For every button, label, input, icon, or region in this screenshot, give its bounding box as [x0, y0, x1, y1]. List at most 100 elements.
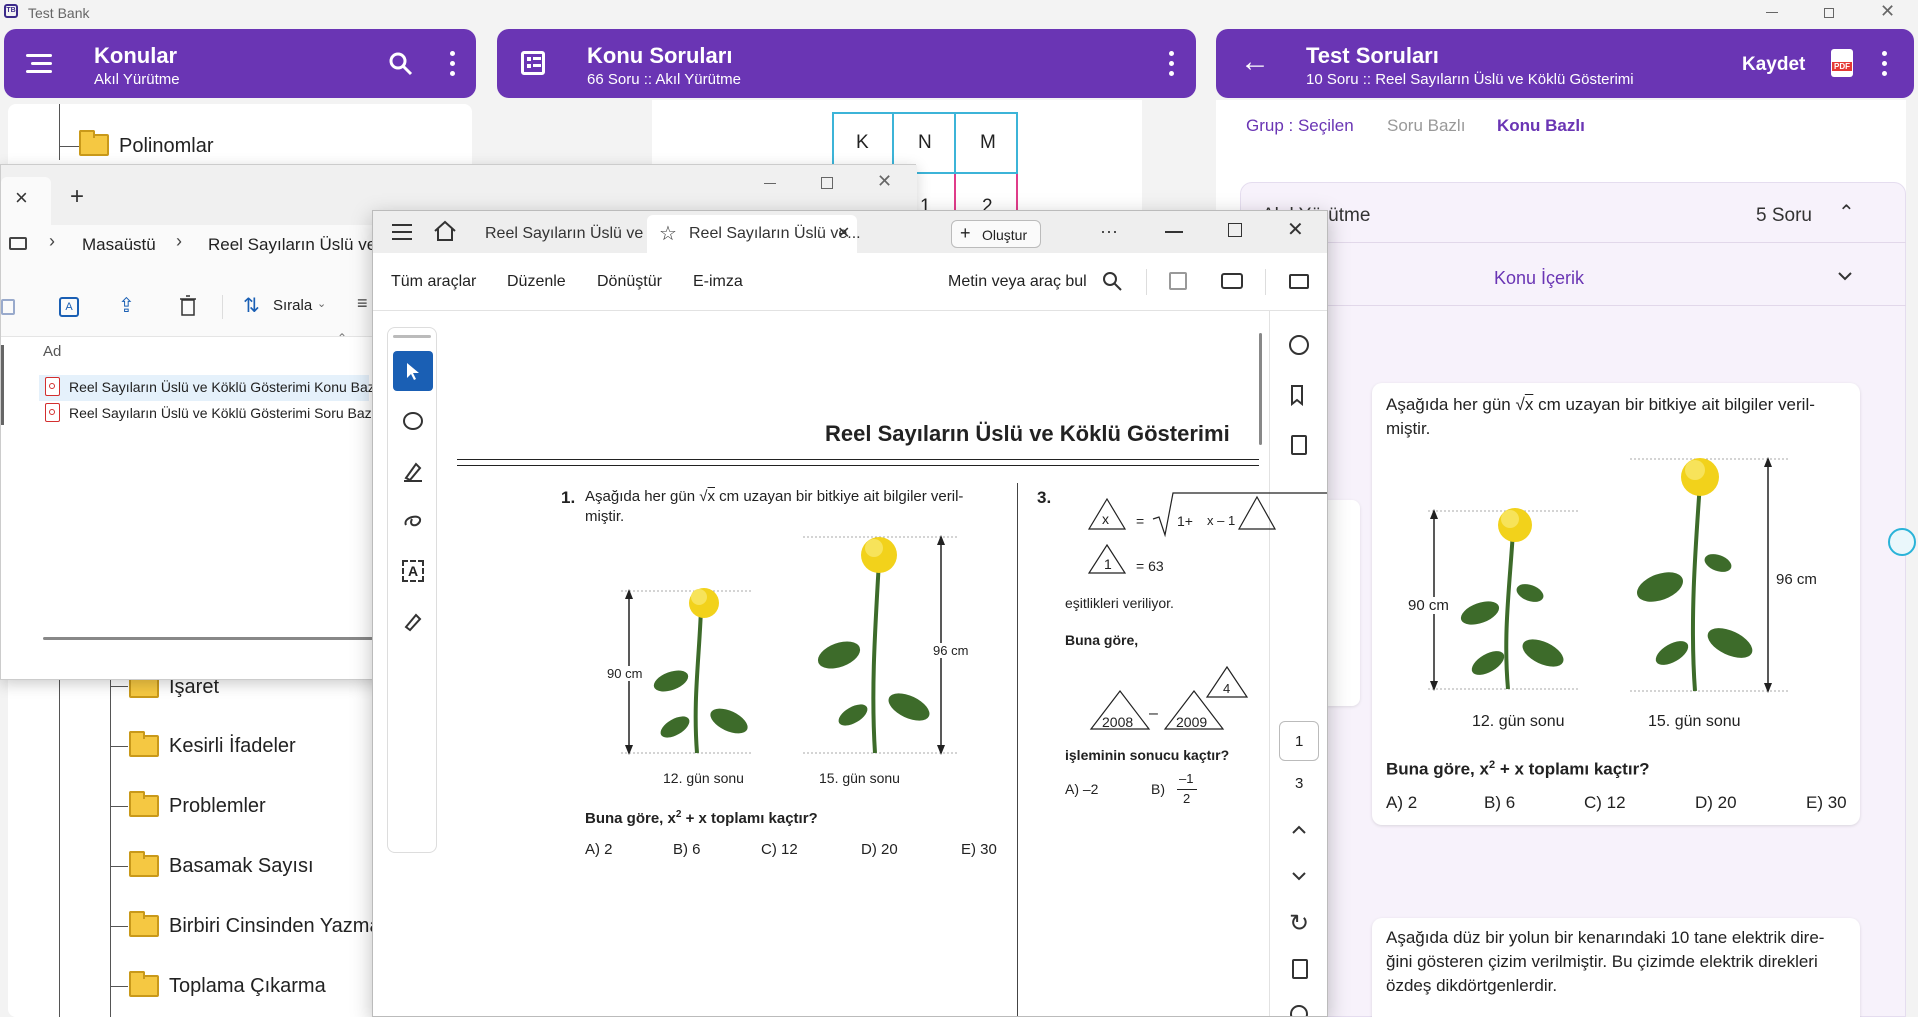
option-c[interactable]: C) 12 — [1584, 793, 1626, 813]
file-name[interactable]: Reel Sayıların Üslü ve Köklü Gösterimi S… — [69, 405, 379, 421]
side-float-button[interactable] — [1888, 528, 1916, 556]
page-fit-icon[interactable] — [1292, 959, 1308, 979]
height-label-1: 90 cm — [1408, 597, 1449, 614]
file-name[interactable]: Reel Sayıların Üslü ve Köklü Gösterimi K… — [69, 379, 382, 395]
more-vert-icon[interactable] — [1882, 51, 1888, 77]
print-icon[interactable] — [1221, 273, 1243, 289]
back-arrow-icon[interactable]: ← — [1240, 45, 1270, 79]
close-button[interactable]: ✕ — [1287, 217, 1304, 242]
menu-esign[interactable]: E-imza — [693, 273, 743, 291]
more-vert-icon[interactable] — [1169, 51, 1175, 77]
tree-line — [59, 676, 60, 1017]
menu-convert[interactable]: Dönüştür — [597, 273, 662, 291]
home-icon[interactable] — [433, 220, 457, 242]
text-tool-icon[interactable]: A — [393, 551, 433, 591]
minimize-button[interactable] — [1766, 12, 1778, 13]
folder-icon — [79, 130, 109, 156]
sign-tool-icon[interactable] — [393, 601, 433, 641]
menu-icon[interactable] — [26, 54, 54, 74]
option-a[interactable]: A) 2 — [1386, 793, 1417, 813]
tree-item[interactable]: Basamak Sayısı — [169, 855, 314, 878]
chevron-down-icon[interactable] — [1837, 270, 1853, 282]
tree-item[interactable]: Kesirli İfadeler — [169, 735, 296, 758]
select-tool-icon[interactable] — [393, 351, 433, 391]
page-up-icon[interactable] — [1291, 825, 1307, 835]
chevron-right-icon: › — [49, 231, 55, 251]
sort-icon[interactable]: ⇅ — [243, 293, 260, 318]
add-tab-icon[interactable]: + — [70, 183, 84, 211]
question-ask: işleminin sonucu kaçtır? — [1065, 747, 1230, 763]
pdf-icon[interactable]: PDF — [1831, 49, 1853, 77]
delete-icon[interactable] — [179, 295, 197, 317]
maximize-button[interactable] — [821, 177, 833, 189]
restore-button[interactable] — [1824, 8, 1834, 18]
close-tab-icon[interactable]: ✕ — [837, 223, 850, 243]
ai-assistant-icon[interactable] — [1279, 325, 1319, 365]
tree-item-polinomlar[interactable]: Polinomlar — [119, 135, 213, 158]
sort-button[interactable]: Sırala — [273, 297, 312, 314]
question-card[interactable]: Aşağıda düz bir yolun bir kenarındaki 10… — [1372, 918, 1860, 1017]
save-icon[interactable] — [1169, 272, 1187, 290]
search-tools[interactable]: Metin veya araç bul — [948, 273, 1087, 291]
column-name[interactable]: Ad — [43, 343, 61, 360]
bookmark-icon[interactable] — [1279, 375, 1319, 415]
share-icon[interactable]: ⇪ — [118, 293, 135, 318]
page-number-input[interactable]: 1 — [1279, 721, 1319, 761]
tree-item[interactable]: Problemler — [169, 795, 266, 818]
rename-icon[interactable]: A — [59, 297, 79, 317]
draw-tool-icon[interactable] — [393, 501, 433, 541]
maximize-button[interactable] — [1228, 223, 1242, 237]
search-icon[interactable] — [388, 51, 414, 77]
close-button[interactable]: ✕ — [1880, 1, 1895, 22]
table-header: M — [980, 132, 996, 153]
minimize-button[interactable] — [1165, 231, 1183, 233]
option-b[interactable]: B) 6 — [1484, 793, 1515, 813]
view-icon[interactable]: ≡ — [357, 293, 368, 314]
close-tab-icon[interactable]: × — [15, 185, 28, 211]
chevron-up-icon[interactable]: ⌃ — [1838, 200, 1855, 225]
comment-tool-icon[interactable] — [393, 401, 433, 441]
tab-group-selected[interactable]: Grup : Seçilen — [1246, 116, 1354, 136]
topics-subtitle: Akıl Yürütme — [94, 71, 180, 88]
reader-tab-active[interactable]: ☆ Reel Sayıların Üslü ve... ✕ — [647, 215, 861, 253]
create-button[interactable]: + Oluştur — [951, 220, 1041, 248]
close-button[interactable]: ✕ — [877, 171, 892, 192]
breadcrumb-desktop[interactable]: Masaüstü — [82, 235, 156, 255]
vertical-scrollbar[interactable] — [1259, 333, 1262, 445]
search-icon[interactable] — [1101, 270, 1123, 292]
tab-question-based[interactable]: Soru Bazlı — [1387, 116, 1465, 136]
minimize-button[interactable] — [764, 183, 776, 184]
tree-item[interactable]: Birbiri Cinsinden Yazma — [169, 915, 381, 938]
mail-icon[interactable] — [1289, 274, 1309, 289]
horizontal-scrollbar[interactable] — [43, 637, 373, 640]
copy-icon[interactable] — [1, 299, 15, 315]
tree-item[interactable]: Toplama Çıkarma — [169, 975, 326, 998]
option-e[interactable]: E) 30 — [1806, 793, 1847, 813]
question-card[interactable]: Aşağıda her gün √x cm uzayan bir bitkiye… — [1372, 383, 1860, 825]
hamburger-icon[interactable] — [392, 224, 412, 240]
question-number: 3. — [1037, 488, 1052, 507]
page-down-icon[interactable] — [1291, 871, 1307, 881]
more-horiz-icon[interactable]: ··· — [1100, 221, 1118, 242]
caption-1: 12. gün sonu — [663, 770, 744, 786]
plus-icon: + — [960, 223, 971, 243]
option-b: B) 6 — [673, 841, 701, 858]
save-button[interactable]: Kaydet — [1742, 54, 1805, 76]
chevron-down-icon: ⌄ — [317, 298, 327, 310]
reader-tab[interactable]: Reel Sayıların Üslü ve ... — [473, 215, 661, 253]
more-vert-icon[interactable] — [450, 51, 456, 77]
subgroup-title[interactable]: Konu İçerik — [1494, 268, 1584, 289]
highlight-tool-icon[interactable] — [393, 451, 433, 491]
menu-all-tools[interactable]: Tüm araçlar — [391, 273, 476, 291]
tab-topic-based[interactable]: Konu Bazlı — [1497, 116, 1585, 136]
rotate-icon[interactable]: ↻ — [1289, 909, 1309, 938]
computer-icon[interactable] — [9, 237, 27, 250]
pages-icon[interactable] — [1279, 425, 1319, 465]
star-icon[interactable]: ☆ — [659, 221, 677, 246]
menu-edit[interactable]: Düzenle — [507, 273, 566, 291]
question-ask: Buna göre, x2 + x toplamı kaçtır? — [585, 809, 818, 827]
caption-2: 15. gün sonu — [819, 770, 900, 786]
zoom-icon[interactable] — [1290, 1005, 1308, 1016]
option-d[interactable]: D) 20 — [1695, 793, 1737, 813]
breadcrumb-folder[interactable]: Reel Sayıların Üslü ve — [208, 235, 376, 255]
